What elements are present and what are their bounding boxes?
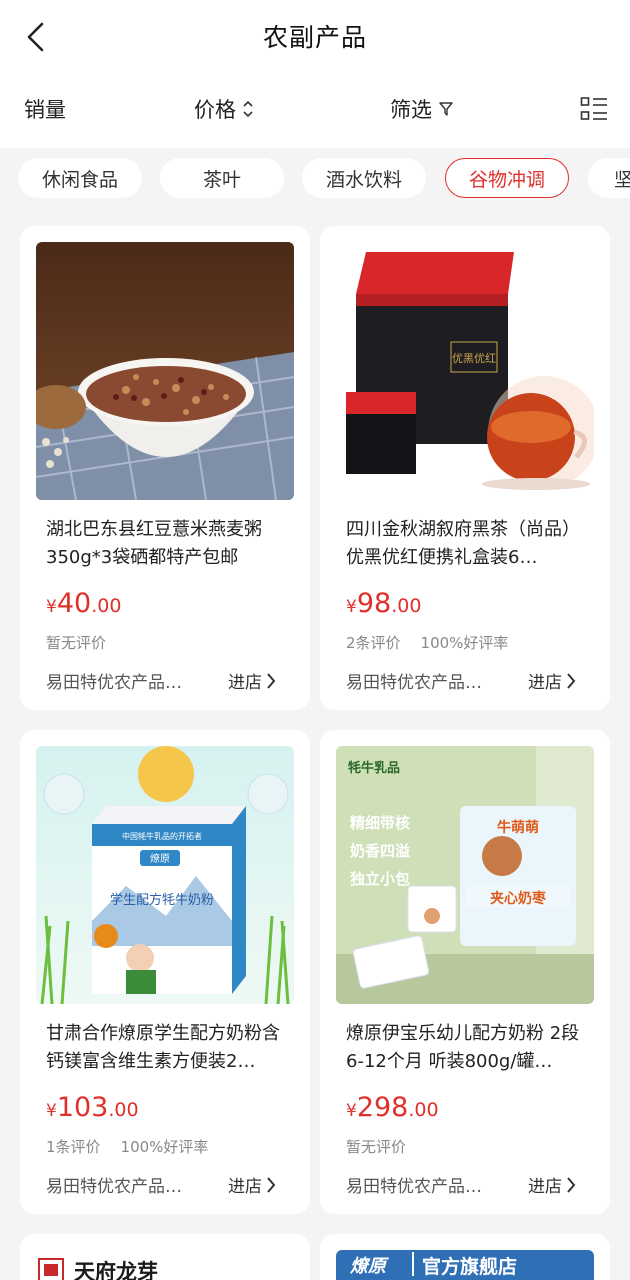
tea-seal-logo xyxy=(38,1258,64,1280)
chevron-right-icon xyxy=(567,1176,576,1193)
price-integer: 98 xyxy=(356,588,392,619)
product-image-milk-dates[interactable]: 牦牛乳品 精细带核 奶香四溢 独立小包 牛萌萌 夹心奶枣 xyxy=(336,746,594,1004)
page-title: 农副产品 xyxy=(262,23,367,52)
milk-box-title: 学生配方牦牛奶粉 xyxy=(110,892,214,908)
product-card[interactable]: 湖北巴东县红豆薏米燕麦粥350g*3袋硒都特产包邮 ¥40.00 暂无评价 易田… xyxy=(20,226,310,710)
price-decimal: .00 xyxy=(408,1099,439,1121)
filter-button[interactable]: 筛选 xyxy=(390,94,454,124)
milk-box-slogan: 中国牦牛乳品的开拓者 xyxy=(122,831,202,841)
product-name: 燎原伊宝乐幼儿配方奶粉 2段6-12个月 听装800g/罐… xyxy=(346,1023,580,1072)
enter-shop-button[interactable]: 进店 xyxy=(228,1172,276,1197)
dates-brand-text: 牦牛乳品 xyxy=(348,760,400,776)
dates-slogan-3: 独立小包 xyxy=(350,870,410,888)
product-image-tea[interactable]: 优黑优红 xyxy=(336,242,594,500)
product-card[interactable]: 优黑优红 四川金秋湖叙府黑茶（尚品）优黑优红便携礼盒装6… ¥98.00 2条评… xyxy=(320,226,610,710)
positive-rate: 100%好评率 xyxy=(420,634,509,652)
enter-shop-label: 进店 xyxy=(528,1177,562,1197)
review-info: 暂无评价 xyxy=(346,1136,406,1157)
product-price: ¥98.00 xyxy=(346,588,421,619)
price-decimal: .00 xyxy=(391,595,422,617)
review-info: 2条评价 100%好评率 xyxy=(346,632,508,653)
category-chips: 休闲食品 茶叶 酒水饮料 谷物冲调 坚 xyxy=(0,148,630,212)
top-nav-bar: 农副产品 xyxy=(0,0,630,72)
price-currency: ¥ xyxy=(46,1101,57,1121)
sort-sales-button[interactable]: 销量 xyxy=(24,94,66,124)
chip-cereal-active[interactable]: 谷物冲调 xyxy=(445,158,569,198)
sort-sales-label: 销量 xyxy=(24,98,66,122)
product-card[interactable]: 中国牦牛乳品的开拓者 燎原 学生配方牦牛奶粉 甘肃合作燎原学生配方奶粉含钙镁富含… xyxy=(20,730,310,1214)
chip-nuts[interactable]: 坚 xyxy=(588,158,630,198)
chip-tea[interactable]: 茶叶 xyxy=(160,158,284,198)
shop-name: 易田特优农产品… xyxy=(46,673,182,693)
product-card-partial[interactable]: 燎原 官方旗舰店 xyxy=(320,1234,610,1280)
review-info: 暂无评价 xyxy=(46,632,106,653)
milk-box-logo: 燎原 xyxy=(150,852,170,865)
enter-shop-label: 进店 xyxy=(228,673,262,693)
sort-bar: 销量 价格 筛选 xyxy=(0,72,630,148)
shop-name: 易田特优农产品… xyxy=(346,673,482,693)
product-card-partial[interactable]: 天府龙芽 xyxy=(20,1234,310,1280)
product-image-porridge[interactable] xyxy=(36,242,294,500)
enter-shop-button[interactable]: 进店 xyxy=(528,1172,576,1197)
price-integer: 40 xyxy=(56,588,92,619)
product-name: 湖北巴东县红豆薏米燕麦粥350g*3袋硒都特产包邮 xyxy=(46,519,262,568)
banner-divider xyxy=(412,1252,414,1276)
filter-label: 筛选 xyxy=(390,98,432,122)
product-price: ¥103.00 xyxy=(46,1092,139,1123)
review-info: 1条评价 100%好评率 xyxy=(46,1136,208,1157)
price-decimal: .00 xyxy=(91,595,122,617)
chevron-right-icon xyxy=(567,672,576,689)
enter-shop-button[interactable]: 进店 xyxy=(528,668,576,693)
product-price: ¥40.00 xyxy=(46,588,121,619)
product-name: 甘肃合作燎原学生配方奶粉含钙镁富含维生素方便装2… xyxy=(46,1023,280,1072)
partial-banner-text: 官方旗舰店 xyxy=(422,1256,518,1278)
shop-name: 易田特优农产品… xyxy=(346,1177,482,1197)
review-count: 1条评价 xyxy=(46,1138,101,1156)
price-currency: ¥ xyxy=(346,1101,357,1121)
enter-shop-label: 进店 xyxy=(228,1177,262,1197)
product-card[interactable]: 牦牛乳品 精细带核 奶香四溢 独立小包 牛萌萌 夹心奶枣 燎原伊宝乐幼儿配方奶粉… xyxy=(320,730,610,1214)
tea-brand-text: 优黑优红 xyxy=(452,352,496,365)
review-count: 暂无评价 xyxy=(346,1138,407,1156)
chip-drinks[interactable]: 酒水饮料 xyxy=(302,158,426,198)
price-integer: 298 xyxy=(356,1092,409,1123)
chip-snacks[interactable]: 休闲食品 xyxy=(18,158,142,198)
positive-rate: 100%好评率 xyxy=(120,1138,209,1156)
product-name: 四川金秋湖叙府黑茶（尚品）优黑优红便携礼盒装6… xyxy=(346,519,580,568)
price-currency: ¥ xyxy=(346,597,357,617)
enter-shop-label: 进店 xyxy=(528,673,562,693)
dates-slogan-2: 奶香四溢 xyxy=(350,842,410,860)
review-count: 暂无评价 xyxy=(46,634,107,652)
filter-funnel-icon xyxy=(439,102,453,116)
chevron-right-icon xyxy=(267,1176,276,1193)
review-count: 2条评价 xyxy=(346,634,401,652)
partial-banner-logo: 燎原 xyxy=(350,1256,386,1277)
dates-box-title: 夹心奶枣 xyxy=(490,890,547,907)
sort-price-button[interactable]: 价格 xyxy=(194,94,254,124)
partial-brand-text: 天府龙芽 xyxy=(74,1259,158,1280)
dates-slogan-1: 精细带核 xyxy=(350,814,410,832)
product-price: ¥298.00 xyxy=(346,1092,439,1123)
sort-updown-icon xyxy=(243,100,253,118)
sort-price-label: 价格 xyxy=(194,98,236,122)
price-currency: ¥ xyxy=(46,597,57,617)
shop-name: 易田特优农产品… xyxy=(46,1177,182,1197)
dates-box-top: 牛萌萌 xyxy=(497,819,539,836)
price-decimal: .00 xyxy=(108,1099,139,1121)
list-layout-icon[interactable] xyxy=(580,96,608,122)
product-image-milk-powder[interactable]: 中国牦牛乳品的开拓者 燎原 学生配方牦牛奶粉 xyxy=(36,746,294,1004)
price-integer: 103 xyxy=(56,1092,109,1123)
enter-shop-button[interactable]: 进店 xyxy=(228,668,276,693)
chevron-right-icon xyxy=(267,672,276,689)
